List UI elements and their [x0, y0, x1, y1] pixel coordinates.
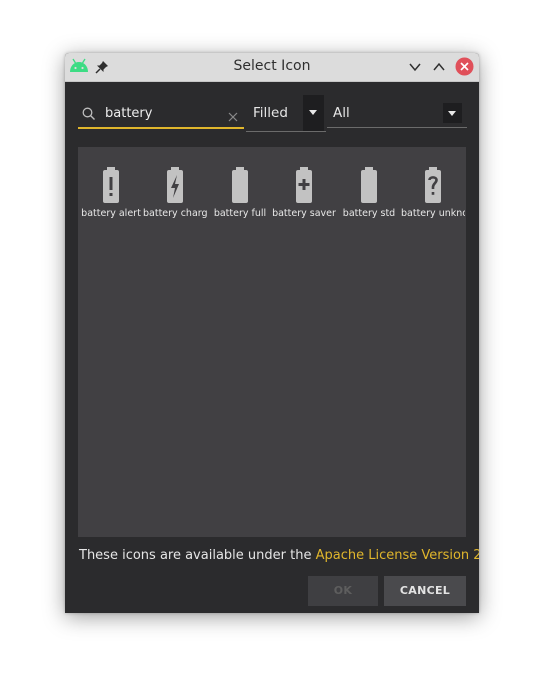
battery-alert-icon — [103, 167, 119, 203]
icon-label: battery chargi — [143, 208, 207, 219]
battery-saver-icon — [296, 167, 312, 203]
icon-label: battery unkno — [401, 208, 465, 219]
minimize-icon[interactable] — [408, 59, 422, 78]
icon-style-selected: Filled — [253, 105, 288, 121]
license-link[interactable]: Apache License Version 2.0 — [316, 548, 479, 563]
clear-search-icon[interactable] — [228, 107, 238, 126]
battery-std-icon — [361, 167, 377, 203]
icon-label: battery std — [342, 208, 396, 219]
icon-tile-battery-unknown[interactable]: battery unkno — [401, 167, 465, 223]
battery-full-icon — [232, 167, 248, 203]
style-dropdown-button[interactable] — [303, 95, 324, 131]
search-field[interactable] — [78, 100, 244, 129]
category-dropdown[interactable]: All — [327, 101, 467, 128]
cancel-button[interactable]: CANCEL — [384, 576, 466, 606]
battery-charging-icon — [167, 167, 183, 203]
maximize-icon[interactable] — [432, 59, 446, 78]
search-input[interactable] — [105, 103, 220, 123]
category-selected: All — [333, 105, 350, 121]
battery-unknown-icon — [425, 167, 441, 203]
icon-tile-battery-full[interactable]: battery full — [208, 167, 272, 223]
title-bar[interactable]: Select Icon — [65, 53, 479, 82]
chevron-down-icon — [309, 110, 317, 115]
select-icon-dialog: Select Icon battery Filled All battery a… — [65, 53, 479, 613]
icon-style-dropdown[interactable]: Filled — [246, 95, 326, 132]
icon-label: battery alert — [81, 208, 141, 219]
chevron-down-icon — [448, 111, 456, 116]
icon-grid: battery alert battery chargi battery ful… — [78, 147, 466, 537]
icon-label: battery saver — [272, 208, 336, 219]
icon-tile-battery-std[interactable]: battery std — [337, 167, 401, 223]
icon-tile-battery-saver[interactable]: battery saver — [272, 167, 336, 223]
license-notice: These icons are available under the Apac… — [79, 548, 479, 563]
icon-tile-battery-charging[interactable]: battery chargi — [143, 167, 207, 223]
ok-button[interactable]: OK — [308, 576, 378, 606]
search-icon — [82, 106, 96, 125]
license-text: These icons are available under the — [79, 548, 312, 563]
category-dropdown-button[interactable] — [443, 103, 462, 123]
close-icon[interactable] — [455, 57, 474, 80]
icon-tile-battery-alert[interactable]: battery alert — [79, 167, 143, 223]
icon-label: battery full — [213, 208, 267, 219]
